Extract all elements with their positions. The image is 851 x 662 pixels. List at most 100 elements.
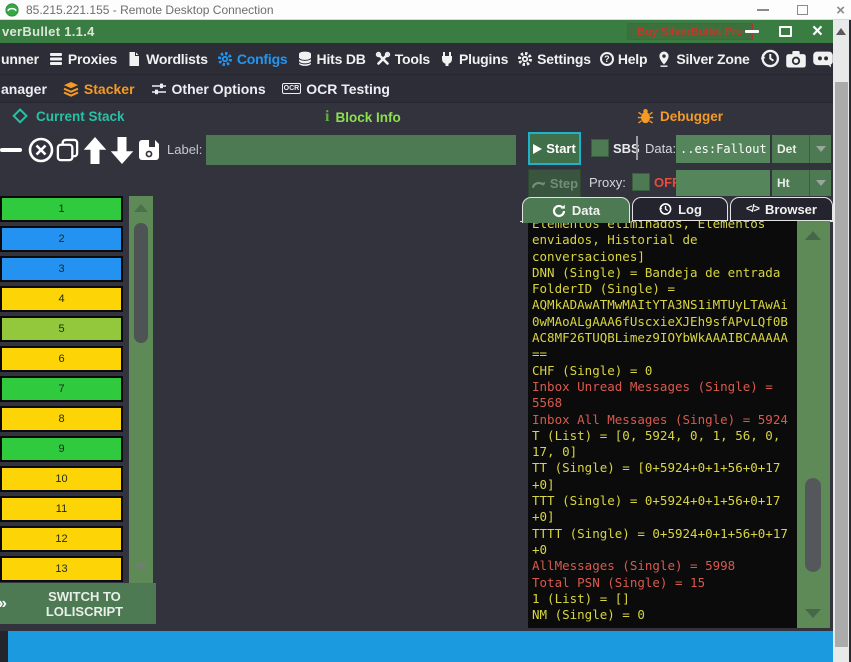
clone-block-icon[interactable] xyxy=(54,134,81,166)
log-line: +0 xyxy=(532,542,797,558)
stack-block-10[interactable]: 10 xyxy=(0,466,123,492)
chevron-down-icon[interactable] xyxy=(809,135,831,163)
tab-log[interactable]: Log xyxy=(632,197,728,221)
menu-item-configs[interactable]: Configs xyxy=(217,51,288,67)
move-down-icon[interactable] xyxy=(108,134,135,166)
block-info-header: i Block Info xyxy=(325,108,401,126)
app-close-button[interactable]: × xyxy=(812,22,823,41)
menu-item-wordlists[interactable]: Wordlists xyxy=(126,51,208,67)
debug-data-input[interactable] xyxy=(676,135,770,163)
bug-icon xyxy=(637,108,654,124)
menu-item-silver-zone[interactable]: Silver Zone xyxy=(656,51,749,67)
subnav-item-other-options[interactable]: Other Options xyxy=(151,81,266,97)
tab-browser[interactable]: </> Browser xyxy=(730,197,833,221)
log-line: AC8MF26TUQBLimez9IOYbWkAAAIBCAAAAA xyxy=(532,330,797,346)
menu-item-settings[interactable]: Settings xyxy=(517,51,591,67)
app-maximize-button[interactable] xyxy=(779,26,792,37)
camera-icon[interactable] xyxy=(785,49,807,69)
menu-item-tools[interactable]: Tools xyxy=(375,51,430,67)
log-line: Total PSN (Single) = 15 xyxy=(532,575,797,591)
scrollbar-thumb[interactable] xyxy=(134,223,148,343)
save-stack-icon[interactable] xyxy=(135,134,162,166)
debug-log-panel: Elementos eliminados, Elementosenviados,… xyxy=(528,221,830,628)
scrollbar-thumb[interactable] xyxy=(835,82,848,647)
log-line: TTTT (Single) = 0+5924+0+1+56+0+17 xyxy=(532,526,797,542)
proxy-type-dropdown[interactable]: Ht xyxy=(772,170,831,196)
debugger-header: Debugger xyxy=(637,108,723,124)
tab-data[interactable]: Data xyxy=(522,197,630,223)
scroll-up-icon[interactable] xyxy=(836,28,846,35)
play-icon xyxy=(533,144,542,154)
log-line: 1 (List) = [] xyxy=(532,591,797,607)
data-caption: Data: xyxy=(645,141,676,156)
stack-block-8[interactable]: 8 xyxy=(0,406,123,432)
help-icon: ? xyxy=(600,52,614,66)
sbs-checkbox[interactable] xyxy=(591,139,609,157)
log-line: Inbox All Messages (Single) = 5924 xyxy=(532,412,797,428)
stack-block-2[interactable]: 2 xyxy=(0,226,123,252)
subnav-item-stacker[interactable]: Stacker xyxy=(63,81,135,97)
rdp-app-icon xyxy=(5,3,19,17)
debug-log[interactable]: Elementos eliminados, Elementosenviados,… xyxy=(532,221,797,628)
log-line: Inbox Unread Messages (Single) = xyxy=(532,379,797,395)
switch-to-loliscript-button[interactable]: » SWITCH TO LOLISCRIPT xyxy=(0,583,156,624)
buy-silverbullet-pro-button[interactable]: Buy SilverBullet Pro xyxy=(627,23,753,40)
stack-block-1[interactable]: 1 xyxy=(0,196,123,222)
move-up-icon[interactable] xyxy=(81,134,108,166)
menu-item-help[interactable]: ? Help xyxy=(600,51,648,67)
info-icon: i xyxy=(325,108,329,126)
scroll-up-icon[interactable] xyxy=(134,204,148,212)
menu-item-proxies[interactable]: Proxies xyxy=(48,51,117,67)
stack-block-9[interactable]: 9 xyxy=(0,436,123,462)
stack-scrollbar[interactable] xyxy=(129,196,153,583)
proxy-input[interactable] xyxy=(676,170,770,196)
divider xyxy=(636,136,638,160)
block-label-input[interactable] xyxy=(206,135,516,165)
stack-block-7[interactable]: 7 xyxy=(0,376,123,402)
log-history-icon xyxy=(658,202,672,216)
app-minimize-button[interactable] xyxy=(745,30,759,33)
chevron-down-icon[interactable] xyxy=(809,170,831,196)
rdp-minimize-button[interactable] xyxy=(757,9,769,11)
stack-block-5[interactable]: 5 xyxy=(0,316,123,342)
remove-block-icon[interactable] xyxy=(0,134,27,166)
debug-log-content: Elementos eliminados, Elementosenviados,… xyxy=(532,221,797,623)
subnav-item-manager[interactable]: anager xyxy=(1,81,47,97)
log-line: conversaciones] xyxy=(532,249,797,265)
scroll-down-icon[interactable] xyxy=(134,563,148,571)
menu-item-hits-db[interactable]: Hits DB xyxy=(297,51,366,67)
label-caption: Label: xyxy=(167,142,202,157)
database-icon xyxy=(297,51,313,67)
log-line: NM (Single) = 0 xyxy=(532,607,797,623)
stack-block-11[interactable]: 11 xyxy=(0,496,123,522)
menu-item-plugins[interactable]: Plugins xyxy=(439,51,508,67)
debugger-tabs: Data Log </> Browser xyxy=(520,197,833,221)
proxy-checkbox[interactable] xyxy=(632,173,650,191)
log-line: DNN (Single) = Bandeja de entrada xyxy=(532,265,797,281)
stack-block-12[interactable]: 12 xyxy=(0,526,123,552)
stack-block-13[interactable]: 13 xyxy=(0,556,123,582)
delete-block-icon[interactable] xyxy=(27,134,54,166)
rdp-close-button[interactable]: × xyxy=(836,3,845,18)
log-line: 17, 0] xyxy=(532,444,797,460)
step-icon xyxy=(531,177,546,190)
rdp-titlebar: 85.215.221.155 - Remote Desktop Connecti… xyxy=(0,0,851,20)
step-button[interactable]: Step xyxy=(528,169,581,198)
proxies-icon xyxy=(48,51,64,67)
stack-block-6[interactable]: 6 xyxy=(0,346,123,372)
stack-block-4[interactable]: 4 xyxy=(0,286,123,312)
plugin-icon xyxy=(439,51,455,67)
wordlist-type-dropdown[interactable]: Det xyxy=(772,135,831,163)
subnav-item-ocr-testing[interactable]: OCR OCR Testing xyxy=(282,81,390,97)
stack-block-3[interactable]: 3 xyxy=(0,256,123,282)
menu-item-runner[interactable]: unner xyxy=(1,51,39,67)
discord-icon[interactable] xyxy=(812,49,833,69)
scroll-down-icon[interactable] xyxy=(805,609,821,618)
rdp-window-scrollbar[interactable] xyxy=(833,20,849,662)
rdp-maximize-button[interactable] xyxy=(797,5,808,15)
debug-log-scrollbar[interactable] xyxy=(797,221,830,628)
start-button[interactable]: Start xyxy=(528,132,581,165)
history-icon[interactable] xyxy=(759,48,780,69)
scroll-up-icon[interactable] xyxy=(805,231,821,240)
scrollbar-thumb[interactable] xyxy=(805,478,821,572)
